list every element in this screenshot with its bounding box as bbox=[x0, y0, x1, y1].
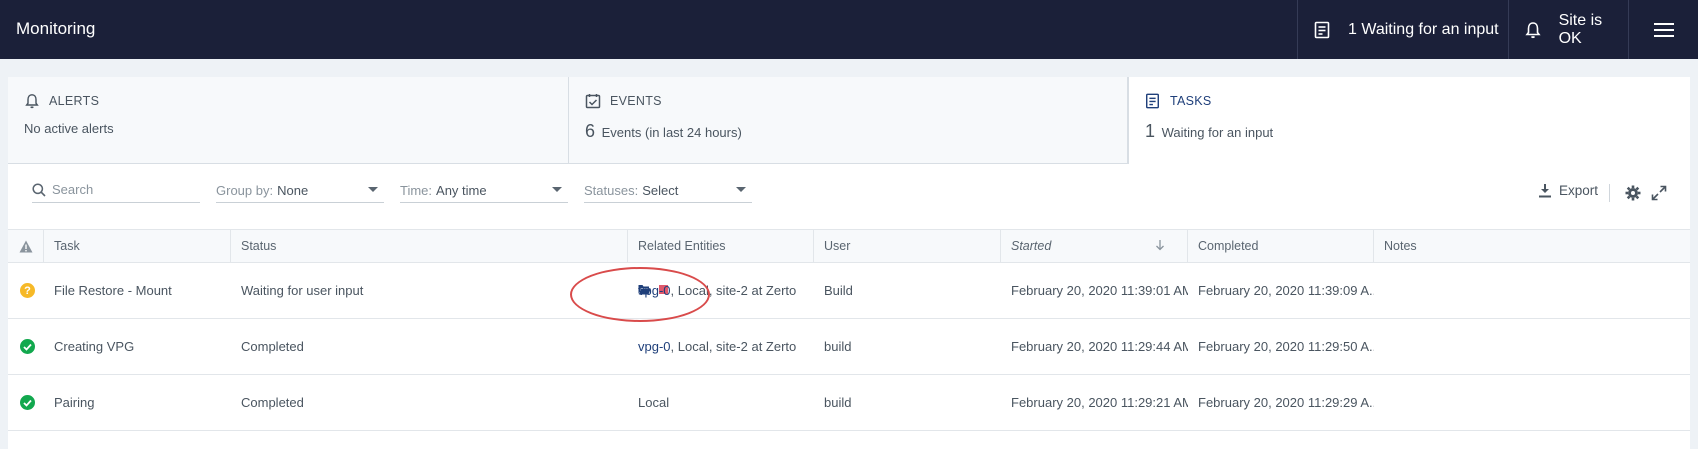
group-by-value: None bbox=[277, 182, 309, 198]
table-row[interactable]: ? File Restore - Mount Waiting for user … bbox=[8, 263, 1690, 319]
started-cell: February 20, 2020 11:39:01 AM bbox=[1011, 283, 1188, 298]
notes-cell bbox=[1374, 263, 1690, 318]
column-header-status[interactable]: Status bbox=[231, 230, 628, 262]
time-label: Time: bbox=[400, 182, 433, 198]
related-entities-text: , Local, site-2 at Zerto bbox=[670, 339, 797, 354]
table-header: Task Status Related Entities User Starte… bbox=[8, 229, 1690, 263]
related-entities-cell: vpg-0, Local, site-2 at Zerto bbox=[628, 319, 814, 374]
tasks-text: Waiting for an input bbox=[1161, 125, 1274, 140]
download-icon bbox=[1538, 183, 1552, 198]
events-title: EVENTS bbox=[610, 94, 662, 108]
status-column-header[interactable] bbox=[8, 230, 44, 262]
column-header-notes[interactable]: Notes bbox=[1374, 230, 1690, 262]
related-entities-cell: Local bbox=[628, 375, 814, 430]
started-cell: February 20, 2020 11:29:44 AM bbox=[1011, 339, 1188, 354]
time-dropdown[interactable]: Time: Any time bbox=[400, 178, 568, 203]
search-box[interactable] bbox=[32, 177, 200, 203]
toolbar-divider bbox=[1609, 184, 1610, 202]
events-count: 6 bbox=[585, 121, 596, 141]
site-status-label: Site is OK bbox=[1558, 11, 1603, 47]
summary-cards: ALERTS No active alerts EVENTS 6 Events … bbox=[8, 77, 1690, 164]
task-list-icon bbox=[1145, 93, 1161, 109]
alerts-summary: No active alerts bbox=[24, 121, 114, 136]
app-title: Monitoring bbox=[16, 19, 96, 38]
check-circle-icon bbox=[20, 395, 35, 410]
task-cell: Creating VPG bbox=[54, 339, 135, 354]
tasks-summary: 1 Waiting for an input bbox=[1145, 121, 1273, 142]
sort-down-arrow-icon[interactable] bbox=[1155, 239, 1165, 251]
column-header-user[interactable]: User bbox=[814, 230, 1001, 262]
waiting-input-label: 1 Waiting for an input bbox=[1348, 20, 1499, 38]
hamburger-icon bbox=[1653, 22, 1674, 38]
question-status-icon: ? bbox=[20, 283, 35, 298]
alerts-card[interactable]: ALERTS No active alerts bbox=[8, 77, 569, 164]
task-cell: File Restore - Mount bbox=[54, 283, 172, 298]
completed-cell: February 20, 2020 11:29:29 A... bbox=[1198, 395, 1374, 410]
task-cell: Pairing bbox=[54, 395, 95, 410]
search-input[interactable] bbox=[52, 182, 192, 197]
column-header-completed[interactable]: Completed bbox=[1188, 230, 1374, 262]
table-row[interactable]: Pairing Completed Local build February 2… bbox=[8, 375, 1690, 431]
main-menu-button[interactable] bbox=[1628, 0, 1698, 59]
bell-icon bbox=[24, 93, 40, 109]
vpg-link[interactable]: vpg-0 bbox=[638, 339, 671, 354]
notes-cell bbox=[1374, 375, 1690, 430]
column-header-related[interactable]: Related Entities bbox=[628, 230, 814, 262]
statuses-value: Select bbox=[642, 182, 679, 198]
monitoring-panel: ALERTS No active alerts EVENTS 6 Events … bbox=[8, 77, 1690, 449]
caret-down-icon bbox=[368, 187, 378, 192]
calendar-check-icon bbox=[585, 93, 601, 109]
user-cell: build bbox=[824, 339, 852, 354]
export-button[interactable]: Export bbox=[1538, 183, 1598, 198]
export-label: Export bbox=[1559, 183, 1599, 198]
tasks-title: TASKS bbox=[1170, 94, 1212, 108]
column-header-task[interactable]: Task bbox=[44, 230, 231, 262]
waiting-input-button[interactable]: 1 Waiting for an input bbox=[1297, 0, 1508, 59]
time-value: Any time bbox=[436, 182, 487, 198]
bell-icon bbox=[1525, 21, 1543, 39]
completed-cell: February 20, 2020 11:39:09 A... bbox=[1198, 283, 1374, 298]
completed-cell: February 20, 2020 11:29:50 A... bbox=[1198, 339, 1374, 354]
user-cell: Build bbox=[824, 283, 853, 298]
group-by-dropdown[interactable]: Group by: None bbox=[216, 178, 384, 203]
table-row[interactable]: Creating VPG Completed vpg-0, Local, sit… bbox=[8, 319, 1690, 375]
events-card[interactable]: EVENTS 6 Events (in last 24 hours) bbox=[568, 77, 1128, 164]
statuses-label: Statuses: bbox=[584, 182, 639, 198]
events-summary: 6 Events (in last 24 hours) bbox=[585, 121, 742, 142]
user-cell: build bbox=[824, 395, 852, 410]
tasks-count: 1 bbox=[1145, 121, 1156, 141]
started-header-label: Started bbox=[1011, 239, 1052, 253]
related-entities-text: Local bbox=[638, 395, 670, 410]
events-text: Events (in last 24 hours) bbox=[601, 125, 742, 140]
task-list-icon bbox=[1314, 21, 1332, 39]
annotation-ellipse bbox=[570, 267, 710, 322]
alerts-title: ALERTS bbox=[49, 94, 100, 108]
site-status-button[interactable]: Site is OK bbox=[1508, 0, 1628, 59]
caret-down-icon bbox=[736, 187, 746, 192]
status-cell: Completed bbox=[241, 395, 304, 410]
search-icon bbox=[32, 182, 46, 197]
column-header-started[interactable]: Started bbox=[1001, 230, 1188, 262]
status-cell: Waiting for user input bbox=[241, 283, 364, 298]
top-bar: Monitoring 1 Waiting for an input Site i… bbox=[0, 0, 1698, 59]
notes-cell bbox=[1374, 319, 1690, 374]
check-circle-icon bbox=[20, 339, 35, 354]
status-cell: Completed bbox=[241, 339, 304, 354]
started-cell: February 20, 2020 11:29:21 AM bbox=[1011, 395, 1188, 410]
gear-icon[interactable] bbox=[1625, 185, 1641, 201]
expand-icon[interactable] bbox=[1651, 185, 1667, 201]
warning-icon bbox=[19, 240, 33, 253]
statuses-dropdown[interactable]: Statuses: Select bbox=[584, 178, 752, 203]
tasks-card[interactable]: TASKS 1 Waiting for an input bbox=[1128, 77, 1690, 164]
group-by-label: Group by: bbox=[216, 182, 274, 198]
caret-down-icon bbox=[552, 187, 562, 192]
